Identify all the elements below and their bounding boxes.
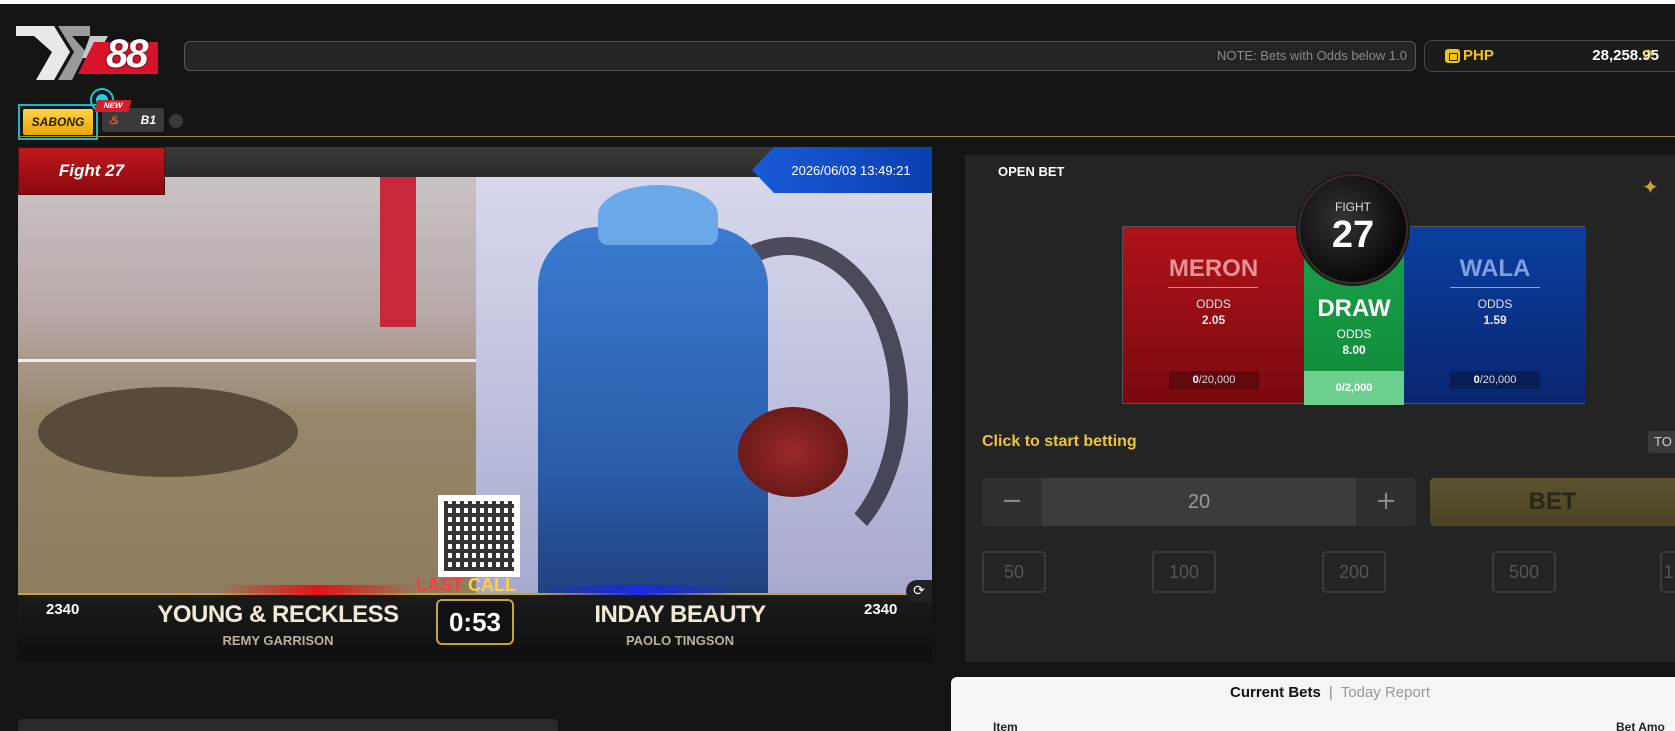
wala-odds-value: 1.59 <box>1483 313 1507 327</box>
fight-scoreboard: 2340 YOUNG & RECKLESS REMY GARRISON 0:53… <box>18 585 932 661</box>
bet-amount-stepper: − 20 + <box>982 478 1416 526</box>
fight-number-label: Fight 27 <box>18 147 165 195</box>
wala-odds-label: ODDS <box>1477 297 1513 311</box>
last-call-word-2: CALL <box>468 575 517 595</box>
place-bet-button[interactable]: BET <box>1430 478 1675 526</box>
chip-50[interactable]: 50 <box>982 551 1046 593</box>
bet-amount-input[interactable]: 20 <box>1042 478 1356 526</box>
draw-odds-value: 8.00 <box>1342 343 1366 357</box>
notice-marquee: NOTE: Bets with Odds below 1.0 <box>184 41 1416 71</box>
right-handler-name: PAOLO TINGSON <box>625 633 735 648</box>
tab-more-dot[interactable] <box>169 114 183 128</box>
video-rooster-right <box>738 407 848 497</box>
column-item: Item <box>993 720 1018 731</box>
logo-mark <box>16 26 158 80</box>
meron-title: MERON <box>1168 255 1259 282</box>
left-entry-name: YOUNG & RECKLESS <box>157 601 399 628</box>
fight-number-badge: FIGHT 27 <box>1298 174 1408 284</box>
chip-1000[interactable]: 1 <box>1660 551 1675 593</box>
rooster-emblem-icon: ✦ <box>1642 175 1659 199</box>
logo-number: 88 <box>106 32 148 76</box>
to-button[interactable]: TO <box>1648 431 1675 453</box>
wallet-currency: PHP <box>1463 47 1494 64</box>
tab-sabong[interactable]: SABONG <box>18 88 114 140</box>
tab-today-report[interactable]: Today Report <box>1341 684 1430 701</box>
draw-title: DRAW <box>1317 295 1391 322</box>
app-root: 88 NOTE: Bets with Odds below 1.0 PHP 28… <box>0 0 1675 731</box>
video-handler <box>538 227 768 637</box>
tab-current-bets[interactable]: Current Bets <box>1230 684 1321 701</box>
meron-bet-card[interactable]: MERON ODDS 2.05 0/20,000 <box>1123 227 1304 403</box>
wala-accent-bar <box>538 585 738 595</box>
draw-max: /2,000 <box>1341 382 1373 394</box>
start-betting-link[interactable]: Click to start betting <box>982 433 1137 451</box>
qr-code <box>438 495 520 577</box>
meron-underline <box>1168 287 1258 288</box>
wallet-balance[interactable]: PHP 28,258.95 ⟳ <box>1424 40 1675 72</box>
chip-500[interactable]: 500 <box>1492 551 1556 593</box>
draw-odds-label: ODDS <box>1336 327 1372 341</box>
right-entry-name: INDAY BEAUTY <box>594 601 766 628</box>
chip-200[interactable]: 200 <box>1322 551 1386 593</box>
brand-logo[interactable]: 88 <box>16 22 171 84</box>
top-strip <box>0 0 1675 4</box>
left-handler-name: REMY GARRISON <box>222 633 334 648</box>
right-entry-number: 2340 <box>864 601 898 618</box>
meron-max: /20,000 <box>1198 374 1236 386</box>
reload-video-icon[interactable]: ⟳ <box>906 580 932 602</box>
fight-datetime: 2026/06/03 13:49:21 <box>752 147 932 193</box>
wala-underline <box>1450 287 1540 288</box>
video-wire <box>18 359 476 362</box>
draw-limit: 0/2,000 <box>1304 371 1404 405</box>
report-tab-separator: | <box>1328 684 1333 701</box>
fight-badge-label: FIGHT <box>1335 200 1371 214</box>
meron-limit: 0/20,000 <box>1169 371 1259 389</box>
video-handler-cap <box>598 185 718 245</box>
new-badge: NEW <box>94 100 132 112</box>
wala-limit: 0/20,000 <box>1450 371 1540 389</box>
last-call-word-1: LAST <box>416 575 463 595</box>
notice-text: NOTE: Bets with Odds below 1.0 <box>1216 48 1407 63</box>
meron-accent-bar <box>218 585 418 595</box>
wala-bet-card[interactable]: WALA ODDS 1.59 0/20,000 <box>1404 227 1586 403</box>
tab-b1-label: B1 <box>140 113 156 127</box>
column-bet-amount: Bet Amo <box>1616 720 1665 731</box>
bottom-left-panel <box>18 719 558 731</box>
bet-status: OPEN BET <box>998 164 1065 179</box>
fight-timer: 0:53 <box>436 599 514 645</box>
header-divider <box>18 136 1675 137</box>
video-red-post <box>380 177 416 327</box>
fight-badge-number: 27 <box>1331 214 1375 256</box>
decrease-amount-button[interactable]: − <box>982 478 1042 526</box>
live-video[interactable]: LAST CALL 2340 YOUNG & RECKLESS REMY GAR… <box>18 177 932 661</box>
increase-amount-button[interactable]: + <box>1356 478 1416 526</box>
tab-sabong-label: SABONG <box>23 109 93 135</box>
video-rooster-left <box>38 387 298 477</box>
left-entry-number: 2340 <box>46 601 80 618</box>
report-tabs: Current Bets | Today Report <box>1230 684 1430 701</box>
meron-odds-value: 2.05 <box>1201 313 1226 327</box>
wala-max: /20,000 <box>1479 374 1517 386</box>
chip-100[interactable]: 100 <box>1152 551 1216 593</box>
refresh-balance-icon[interactable]: ⟳ <box>1643 47 1655 63</box>
wala-title: WALA <box>1459 255 1531 282</box>
wallet-icon <box>1445 49 1460 63</box>
flame-icon: ♨ <box>108 113 119 127</box>
meron-odds-label: ODDS <box>1196 297 1231 311</box>
